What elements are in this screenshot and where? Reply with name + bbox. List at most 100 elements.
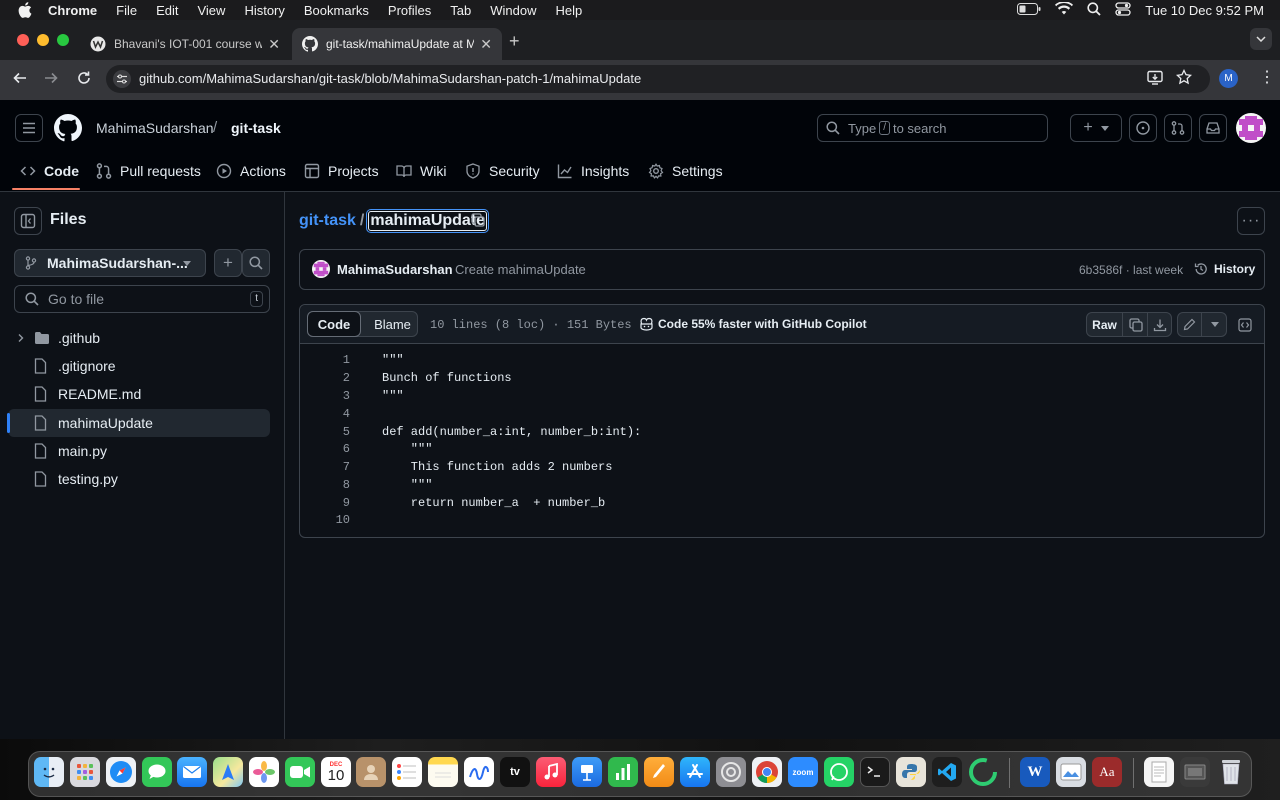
- hamburger-menu-button[interactable]: [15, 114, 43, 142]
- tab-actions[interactable]: Actions: [216, 160, 286, 182]
- menubar-clock[interactable]: Tue 10 Dec 9:52 PM: [1145, 3, 1264, 18]
- launchpad-icon[interactable]: [70, 757, 100, 787]
- history-button[interactable]: History: [1194, 262, 1255, 276]
- line-number[interactable]: 6: [300, 442, 350, 456]
- numbers-icon[interactable]: [608, 757, 638, 787]
- symbols-panel-button[interactable]: [1232, 312, 1258, 337]
- menu-view[interactable]: View: [197, 3, 225, 18]
- line-number[interactable]: 2: [300, 371, 350, 385]
- spotlight-icon[interactable]: [1087, 1, 1101, 19]
- create-new-button[interactable]: +: [1070, 114, 1122, 142]
- tree-item-github-folder[interactable]: .github: [8, 324, 270, 352]
- breadcrumb-repo-link[interactable]: git-task: [299, 212, 356, 230]
- commit-message[interactable]: Create mahimaUpdate: [455, 262, 586, 277]
- browser-menu-icon[interactable]: ⋮: [1259, 70, 1275, 86]
- line-number[interactable]: 8: [300, 478, 350, 492]
- global-search-input[interactable]: Type / to search: [817, 114, 1048, 142]
- edit-options-button[interactable]: [1203, 313, 1226, 336]
- notes-icon[interactable]: [428, 757, 458, 787]
- collapse-sidebar-button[interactable]: [14, 207, 42, 235]
- code-view-tab[interactable]: Code: [307, 311, 361, 337]
- browser-tab-course[interactable]: Bhavani's IOT-001 course wo ✕: [80, 28, 290, 60]
- tree-item-readme[interactable]: README.md: [8, 380, 270, 408]
- copy-path-icon[interactable]: [471, 213, 485, 232]
- menu-history[interactable]: History: [244, 3, 284, 18]
- app-store-icon[interactable]: [680, 757, 710, 787]
- word-icon[interactable]: W: [1020, 757, 1050, 787]
- tab-wiki[interactable]: Wiki: [396, 160, 446, 182]
- tab-insights[interactable]: Insights: [557, 160, 629, 182]
- terminal-icon[interactable]: [860, 757, 890, 787]
- screenshot-icon[interactable]: [1180, 757, 1210, 787]
- freeform-icon[interactable]: [464, 757, 494, 787]
- python-launcher-icon[interactable]: [896, 757, 926, 787]
- whatsapp-icon[interactable]: [824, 757, 854, 787]
- music-icon[interactable]: [536, 757, 566, 787]
- tree-item-main-py[interactable]: main.py: [8, 437, 270, 465]
- menu-window[interactable]: Window: [490, 3, 536, 18]
- facetime-icon[interactable]: [285, 757, 315, 787]
- vscode-icon[interactable]: [932, 757, 962, 787]
- menu-profiles[interactable]: Profiles: [388, 3, 431, 18]
- line-number[interactable]: 5: [300, 425, 350, 439]
- repo-owner-link[interactable]: MahimaSudarshan: [96, 120, 214, 136]
- tab-code[interactable]: Code: [20, 160, 79, 182]
- photos-icon[interactable]: [249, 757, 279, 787]
- keynote-icon[interactable]: [572, 757, 602, 787]
- line-number[interactable]: 3: [300, 389, 350, 403]
- profile-avatar[interactable]: M: [1219, 69, 1238, 88]
- line-number[interactable]: 9: [300, 496, 350, 510]
- site-info-icon[interactable]: [113, 70, 131, 88]
- user-avatar[interactable]: [1236, 113, 1266, 143]
- wifi-icon[interactable]: [1055, 1, 1074, 18]
- repo-name-link[interactable]: git-task: [231, 120, 281, 136]
- line-number[interactable]: 4: [300, 407, 350, 421]
- calendar-icon[interactable]: DEC 10: [321, 757, 351, 787]
- pages-icon[interactable]: [644, 757, 674, 787]
- window-zoom-button[interactable]: [57, 34, 69, 46]
- tab-projects[interactable]: Projects: [304, 160, 379, 182]
- copilot-promo-link[interactable]: Code 55% faster with GitHub Copilot: [639, 317, 867, 331]
- preview-icon[interactable]: [1056, 757, 1086, 787]
- tab-security[interactable]: Security: [465, 160, 540, 182]
- contacts-icon[interactable]: [356, 757, 386, 787]
- commit-author[interactable]: MahimaSudarshan: [337, 262, 453, 277]
- line-number[interactable]: 7: [300, 460, 350, 474]
- search-files-button[interactable]: [242, 249, 270, 277]
- inbox-button[interactable]: [1199, 114, 1227, 142]
- tab-close-icon[interactable]: ✕: [480, 36, 492, 52]
- window-close-button[interactable]: [17, 34, 29, 46]
- menu-help[interactable]: Help: [556, 3, 583, 18]
- menu-tab[interactable]: Tab: [450, 3, 471, 18]
- trash-icon[interactable]: [1216, 757, 1246, 787]
- url-text[interactable]: github.com/MahimaSudarshan/git-task/blob…: [139, 71, 641, 86]
- tab-settings[interactable]: Settings: [648, 160, 723, 182]
- github-logo-icon[interactable]: [54, 114, 82, 147]
- menu-edit[interactable]: Edit: [156, 3, 178, 18]
- apple-tv-icon[interactable]: tv: [500, 757, 530, 787]
- raw-button[interactable]: Raw: [1087, 313, 1123, 336]
- more-options-button[interactable]: ···: [1237, 207, 1265, 235]
- line-number[interactable]: 10: [300, 513, 350, 527]
- commit-hash-time[interactable]: 6b3586f · last week: [1079, 263, 1183, 277]
- go-to-file-input[interactable]: Go to file t: [14, 285, 270, 313]
- menu-app-name[interactable]: Chrome: [48, 3, 97, 18]
- textedit-icon[interactable]: [1144, 757, 1174, 787]
- finder-icon[interactable]: [34, 757, 64, 787]
- reminders-icon[interactable]: [392, 757, 422, 787]
- edit-file-button[interactable]: [1178, 313, 1202, 336]
- bookmark-star-icon[interactable]: [1175, 68, 1193, 90]
- activity-ring-icon[interactable]: [968, 757, 998, 787]
- commit-author-avatar[interactable]: [312, 260, 330, 278]
- tab-close-icon[interactable]: ✕: [268, 36, 280, 52]
- tab-pull-requests[interactable]: Pull requests: [96, 160, 201, 182]
- forward-arrow-icon[interactable]: [43, 70, 59, 91]
- apple-icon[interactable]: [18, 2, 34, 18]
- battery-icon[interactable]: [1017, 2, 1041, 18]
- issues-button[interactable]: [1129, 114, 1157, 142]
- install-app-icon[interactable]: [1147, 70, 1165, 91]
- chrome-icon[interactable]: [752, 757, 782, 787]
- browser-tab-github[interactable]: git-task/mahimaUpdate at Ma ✕: [292, 28, 502, 60]
- pull-requests-button[interactable]: [1164, 114, 1192, 142]
- control-center-icon[interactable]: [1115, 1, 1131, 19]
